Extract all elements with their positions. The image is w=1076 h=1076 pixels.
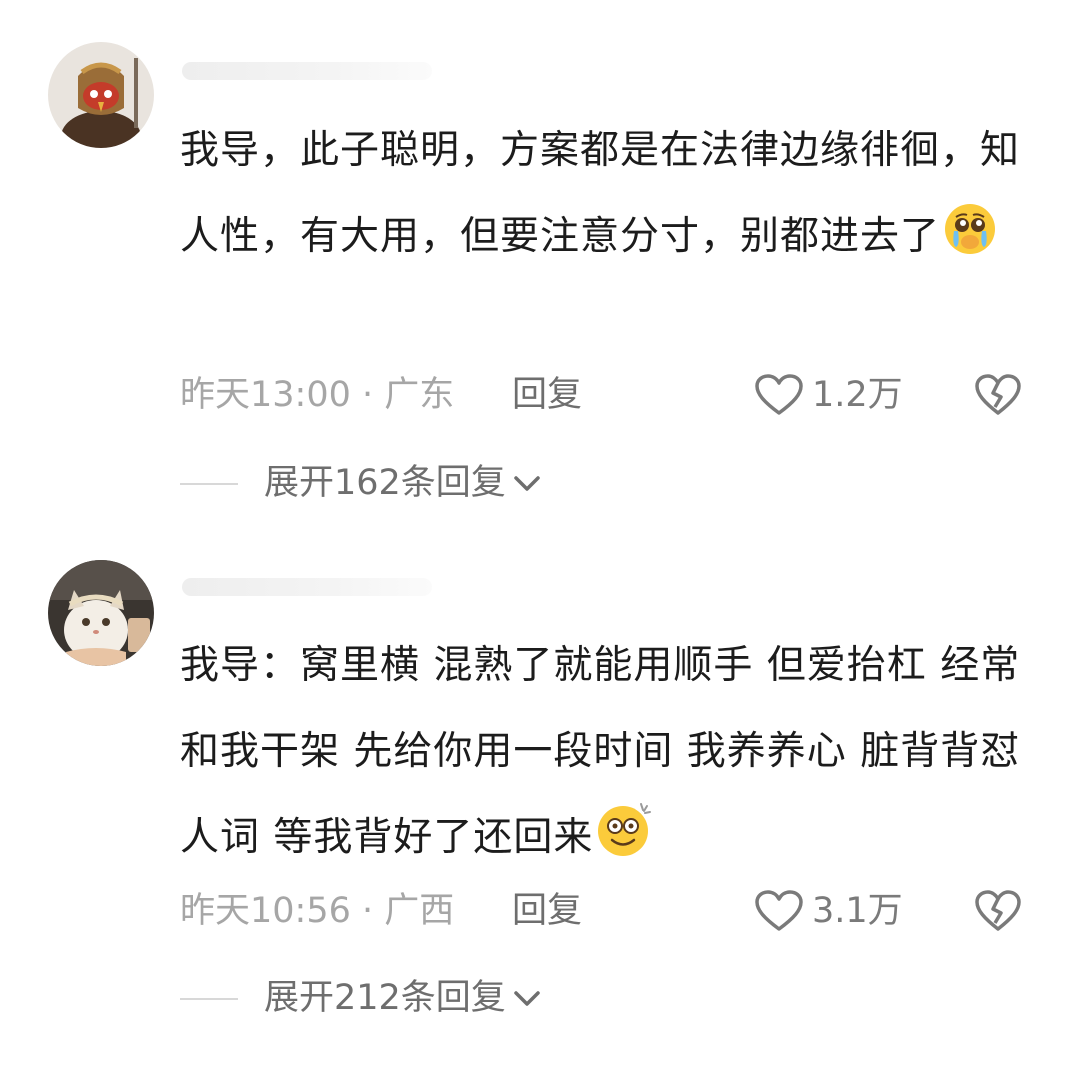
comment-meta: 昨天13:00 · 广东 回复 1.2万 (180, 370, 1040, 420)
expand-replies-text: 展开162条回复 (264, 463, 506, 503)
time-location: 昨天13:00 · 广东 (180, 375, 455, 415)
chevron-down-icon (514, 476, 540, 491)
broken-heart-icon[interactable] (974, 373, 1022, 421)
username-blurred[interactable] (182, 62, 432, 80)
avatar[interactable] (48, 42, 154, 148)
chevron-down-icon (514, 991, 540, 1006)
heart-outline-icon[interactable] (754, 889, 804, 937)
heart-outline-icon[interactable] (754, 373, 804, 421)
expand-replies-label[interactable]: 展开162条回复 (264, 458, 544, 508)
comment-text-content: 我导，此子聪明，方案都是在法律边缘徘徊，知人性，有大用，但要注意分寸，别都进去了 (180, 128, 1021, 259)
divider-line (180, 483, 238, 485)
pleading-tearful-face-emoji (942, 201, 998, 288)
reply-button[interactable]: 回复 (512, 886, 582, 936)
expand-replies[interactable]: 展开162条回复 (180, 458, 780, 508)
comment-text: 我导，此子聪明，方案都是在法律边缘徘徊，知人性，有大用，但要注意分寸，别都进去了 (180, 108, 1040, 288)
comment-meta: 昨天10:56 · 广西 回复 3.1万 (180, 886, 1040, 936)
expand-replies-label[interactable]: 展开212条回复 (264, 973, 544, 1023)
dizzy-smiling-face-emoji (595, 800, 653, 889)
time-location: 昨天10:56 · 广西 (180, 891, 455, 931)
comment-text: 我导：窝里横 混熟了就能用顺手 但爱抬杠 经常和我干架 先给你用一段时间 我养养… (180, 623, 1040, 889)
reply-button[interactable]: 回复 (512, 370, 582, 420)
expand-replies-text: 展开212条回复 (264, 978, 506, 1018)
broken-heart-icon[interactable] (974, 889, 1022, 937)
like-count: 3.1万 (812, 891, 903, 931)
username-blurred[interactable] (182, 578, 432, 596)
like-count: 1.2万 (812, 375, 903, 415)
expand-replies[interactable]: 展开212条回复 (180, 973, 780, 1023)
avatar[interactable] (48, 560, 154, 666)
divider-line (180, 998, 238, 1000)
